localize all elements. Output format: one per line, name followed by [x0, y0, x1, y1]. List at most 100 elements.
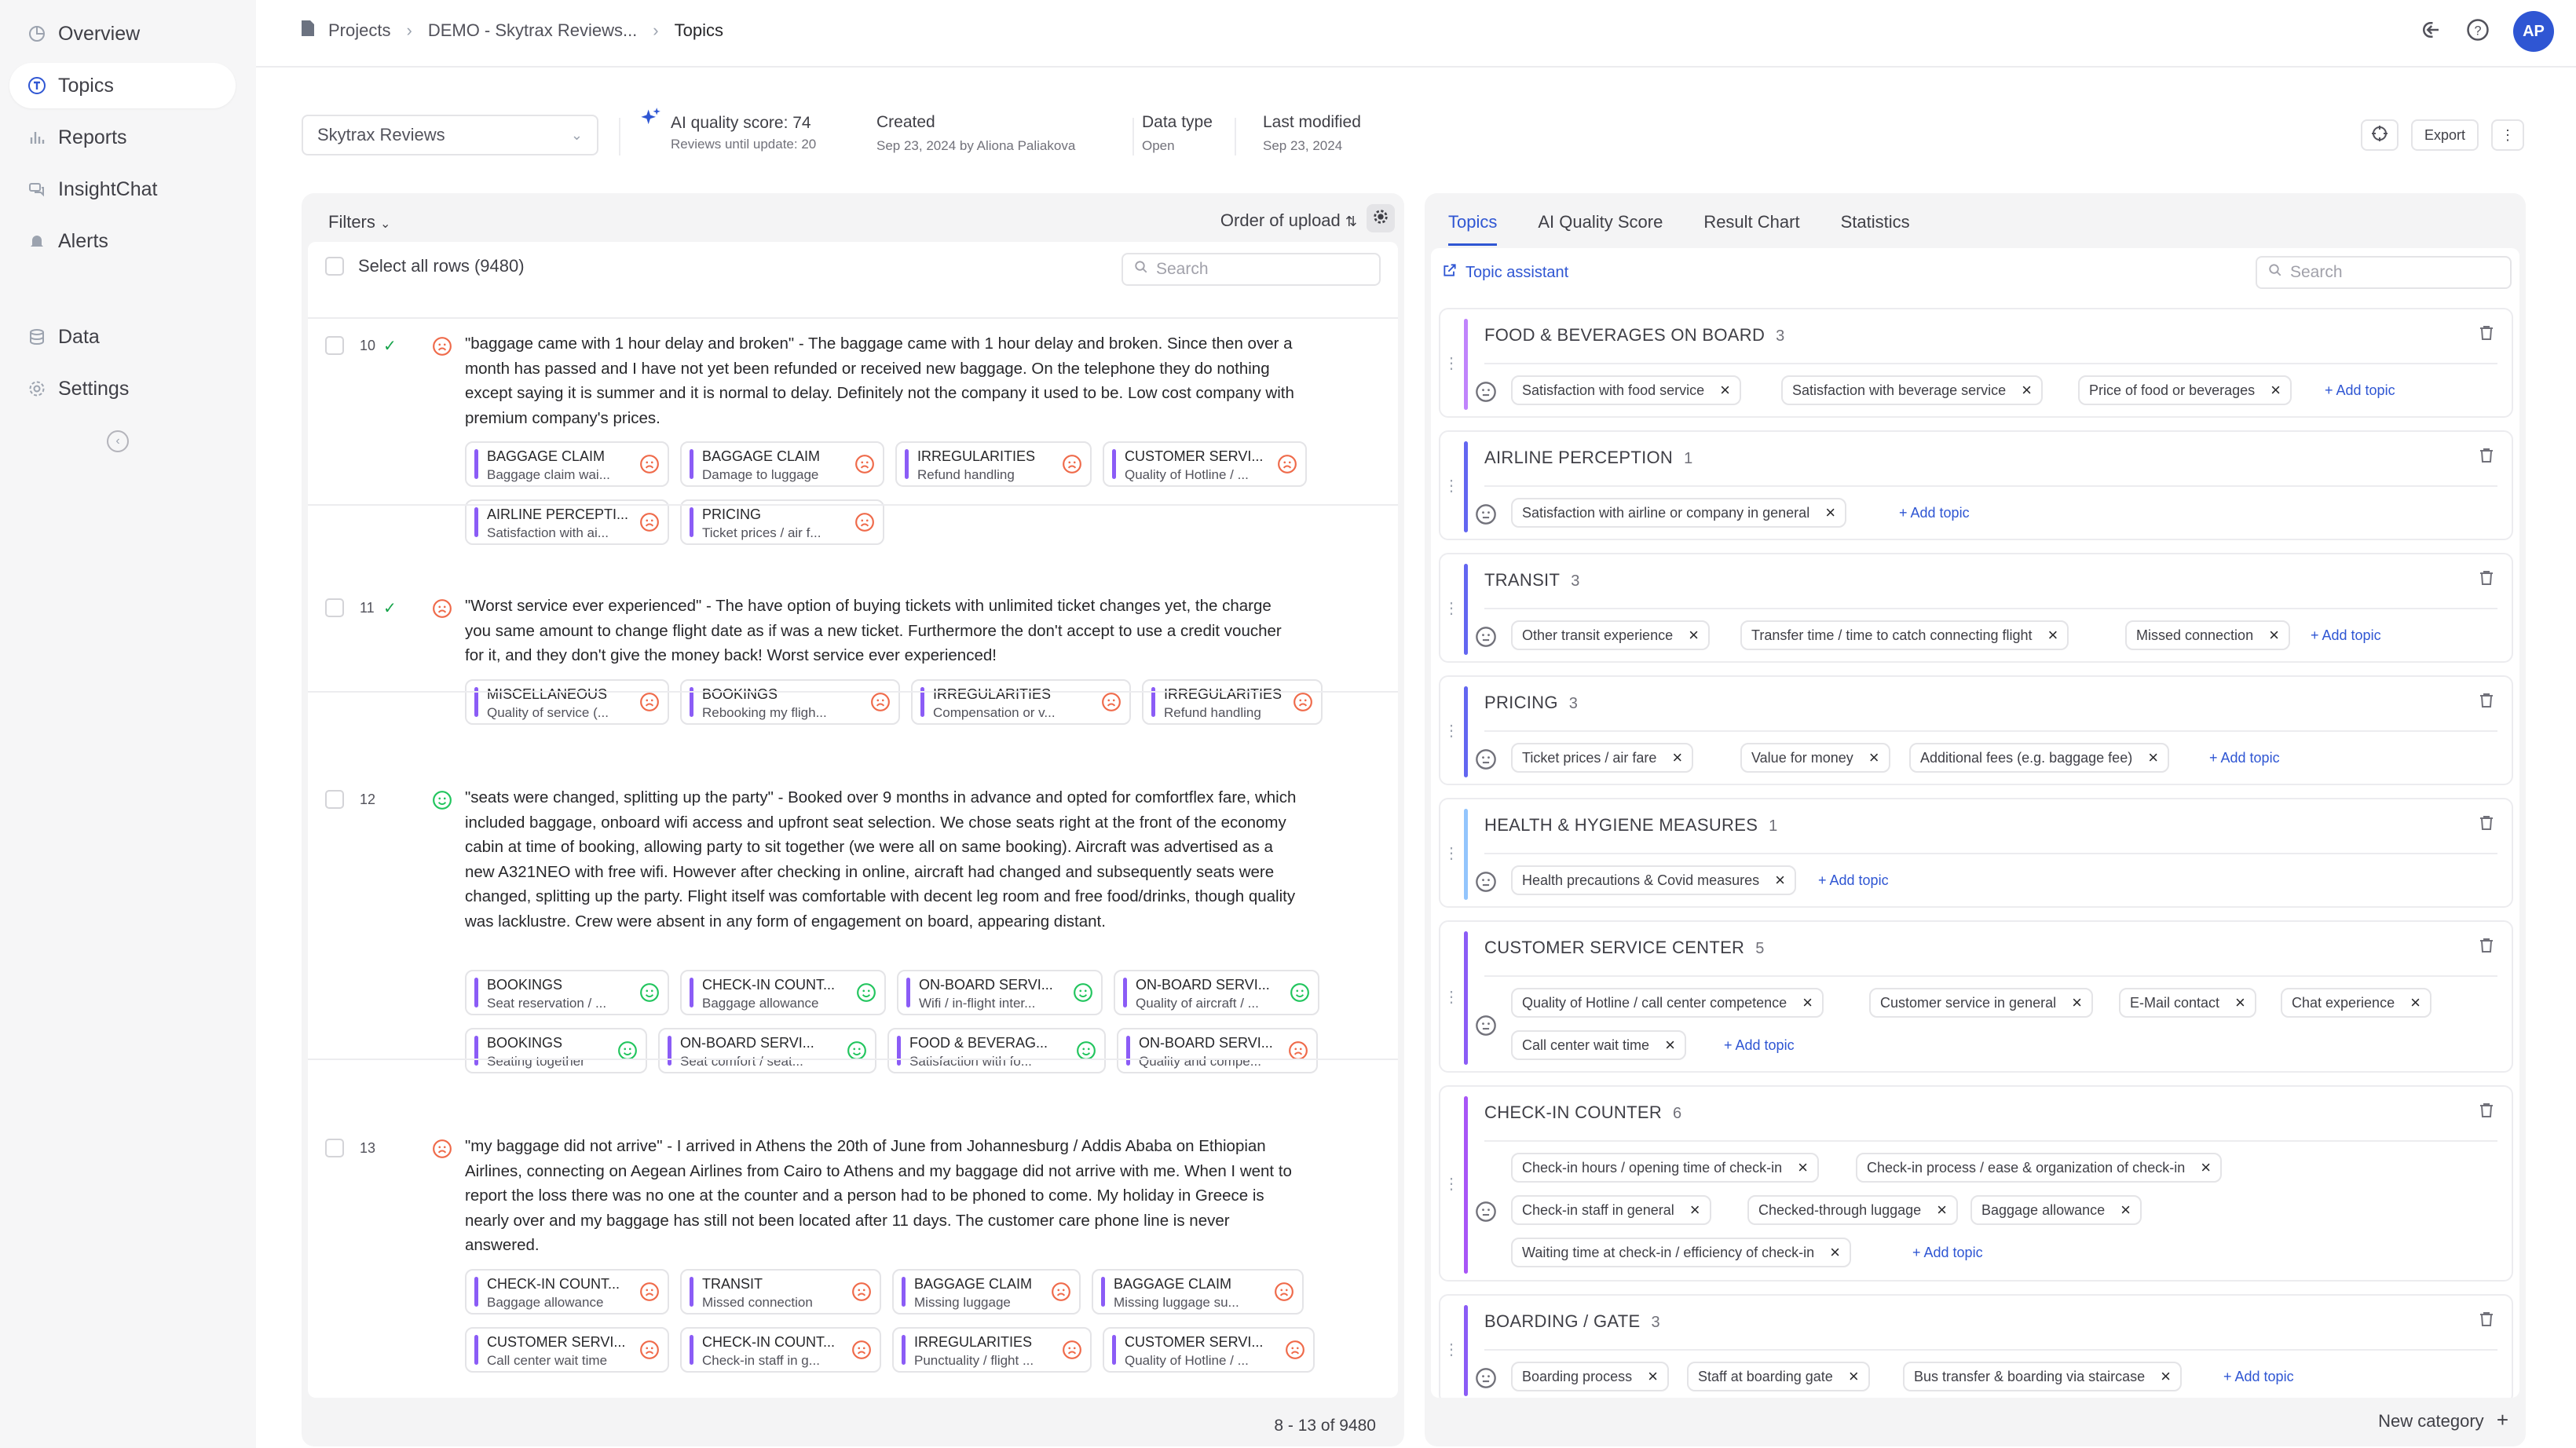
topic-chip[interactable]: Checked-through luggage ×	[1747, 1195, 1959, 1225]
review-search-input[interactable]: Search	[1122, 253, 1381, 286]
tab-result-chart[interactable]: Result Chart	[1703, 212, 1799, 246]
filters-button[interactable]: Filters ⌄	[328, 212, 390, 232]
nav-data[interactable]: Data	[9, 314, 236, 360]
topic-chip[interactable]: Additional fees (e.g. baggage fee) ×	[1909, 743, 2170, 773]
topic-chip[interactable]: Health precautions & Covid measures ×	[1511, 865, 1797, 895]
topic-tag[interactable]: BOOKINGS Rebooking my fligh...	[680, 678, 900, 725]
topic-tag[interactable]: IRREGULARITIES Punctuality / flight ...	[892, 1326, 1092, 1373]
topic-chip[interactable]: Staff at boarding gate ×	[1687, 1362, 1870, 1391]
trash-icon[interactable]	[2477, 814, 2496, 836]
topic-chip[interactable]: Boarding process ×	[1511, 1362, 1669, 1391]
topic-chip[interactable]: Check-in staff in general ×	[1511, 1195, 1711, 1225]
close-icon[interactable]: ×	[1937, 1200, 1947, 1220]
add-topic-button[interactable]: + Add topic	[1912, 1245, 1983, 1261]
topic-chip[interactable]: Value for money ×	[1740, 743, 1890, 773]
collapse-sidebar-icon[interactable]: ‹	[107, 430, 129, 452]
topic-chip[interactable]: Transfer time / time to catch connecting…	[1740, 620, 2069, 650]
close-icon[interactable]: ×	[1869, 748, 1879, 768]
topic-tag[interactable]: IRREGULARITIES Refund handling	[1142, 678, 1323, 725]
add-topic-button[interactable]: + Add topic	[1818, 872, 1889, 889]
topic-chip[interactable]: Baggage allowance ×	[1970, 1195, 2142, 1225]
nav-overview[interactable]: Overview	[9, 11, 236, 57]
add-topic-button[interactable]: + Add topic	[2325, 382, 2395, 399]
nav-topics[interactable]: Topics	[9, 63, 236, 108]
breadcrumb-project[interactable]: DEMO - Skytrax Reviews...	[428, 20, 637, 41]
neutral-face-icon[interactable]	[1475, 503, 1497, 529]
topic-tag[interactable]: BOOKINGS Seating together	[465, 1027, 647, 1073]
close-icon[interactable]: ×	[2235, 993, 2245, 1013]
add-topic-button[interactable]: + Add topic	[2311, 627, 2381, 644]
topic-tag[interactable]: CHECK-IN COUNT... Baggage allowance	[465, 1268, 669, 1315]
review-row[interactable]: 10 ✓ "baggage came with 1 hour delay and b…	[308, 330, 1398, 565]
topic-chip[interactable]: Price of food or beverages ×	[2078, 375, 2292, 405]
close-icon[interactable]: ×	[1798, 1157, 1808, 1178]
close-icon[interactable]: ×	[2148, 748, 2158, 768]
topic-chip[interactable]: Waiting time at check-in / efficiency of…	[1511, 1238, 1852, 1267]
topic-tag[interactable]: IRREGULARITIES Refund handling	[895, 441, 1092, 487]
topic-tag[interactable]: BOOKINGS Seat reservation / ...	[465, 969, 669, 1015]
topic-tag[interactable]: IRREGULARITIES Compensation or v...	[911, 678, 1131, 725]
export-button[interactable]: Export	[2411, 119, 2479, 151]
topic-tag[interactable]: BAGGAGE CLAIM Missing luggage	[892, 1268, 1081, 1315]
trash-icon[interactable]	[2477, 1310, 2496, 1333]
close-icon[interactable]: ×	[1648, 1366, 1658, 1387]
topic-tag[interactable]: CUSTOMER SERVI... Quality of Hotline / ..…	[1103, 1326, 1315, 1373]
row-checkbox[interactable]	[325, 790, 344, 809]
nav-settings[interactable]: Settings	[9, 366, 236, 411]
close-icon[interactable]: ×	[2072, 993, 2082, 1013]
topic-tag[interactable]: ON-BOARD SERVI... Wifi / in-flight inter.…	[897, 969, 1103, 1015]
topic-chip[interactable]: Chat experience ×	[2281, 988, 2431, 1018]
topic-tag[interactable]: CUSTOMER SERVI... Call center wait time	[465, 1326, 669, 1373]
topic-tag[interactable]: CUSTOMER SERVI... Quality of Hotline / ..…	[1103, 441, 1307, 487]
add-topic-button[interactable]: + Add topic	[1899, 505, 1970, 521]
row-checkbox[interactable]	[325, 336, 344, 355]
topic-tag[interactable]: BAGGAGE CLAIM Baggage claim wai...	[465, 441, 669, 487]
review-row[interactable]: 12 "seats were changed, splitting up the …	[308, 784, 1398, 1073]
dataset-select[interactable]: Skytrax Reviews ⌄	[302, 115, 598, 155]
close-icon[interactable]: ×	[1689, 625, 1699, 645]
list-settings-button[interactable]	[1367, 204, 1395, 232]
neutral-face-icon[interactable]	[1475, 626, 1497, 652]
topic-tag[interactable]: MISCELLANEOUS Quality of service (...	[465, 678, 669, 725]
topic-assistant-link[interactable]: Topic assistant	[1442, 262, 1568, 283]
topic-tag[interactable]: CHECK-IN COUNT... Baggage allowance	[680, 969, 886, 1015]
tab-topics[interactable]: Topics	[1448, 212, 1498, 246]
avatar[interactable]: AP	[2513, 11, 2554, 52]
nav-alerts[interactable]: Alerts	[9, 218, 236, 264]
neutral-face-icon[interactable]	[1475, 381, 1497, 407]
topic-chip[interactable]: Other transit experience ×	[1511, 620, 1710, 650]
topic-tag[interactable]: TRANSIT Missed connection	[680, 1268, 881, 1315]
topic-chip[interactable]: Satisfaction with beverage service ×	[1781, 375, 2043, 405]
close-icon[interactable]: ×	[2161, 1366, 2171, 1387]
topic-tag[interactable]: CHECK-IN COUNT... Check-in staff in g...	[680, 1326, 881, 1373]
nav-insightchat[interactable]: InsightChat	[9, 166, 236, 212]
add-topic-button[interactable]: + Add topic	[2209, 750, 2280, 766]
topic-search-input[interactable]: Search	[2256, 256, 2512, 289]
new-category-button[interactable]: New category +	[2378, 1408, 2508, 1432]
topic-tag[interactable]: PRICING Ticket prices / air f...	[680, 499, 884, 545]
close-icon[interactable]: ×	[2410, 993, 2420, 1013]
neutral-face-icon[interactable]	[1475, 871, 1497, 897]
topic-tag[interactable]: BAGGAGE CLAIM Damage to luggage	[680, 441, 884, 487]
topic-tag[interactable]: ON-BOARD SERVI... Quality and compe...	[1117, 1027, 1318, 1073]
neutral-face-icon[interactable]	[1475, 1015, 1497, 1040]
topic-chip[interactable]: Customer service in general ×	[1869, 988, 2093, 1018]
close-icon[interactable]: ×	[2022, 380, 2032, 400]
trash-icon[interactable]	[2477, 1101, 2496, 1124]
target-button[interactable]	[2361, 119, 2399, 151]
select-all-row[interactable]: Select all rows (9480)	[325, 256, 525, 276]
trash-icon[interactable]	[2477, 936, 2496, 959]
tab-ai-quality-score[interactable]: AI Quality Score	[1538, 212, 1663, 246]
neutral-face-icon[interactable]	[1475, 1201, 1497, 1227]
trash-icon[interactable]	[2477, 569, 2496, 591]
close-icon[interactable]: ×	[1720, 380, 1730, 400]
breadcrumb-projects[interactable]: Projects	[328, 20, 390, 41]
row-checkbox[interactable]	[325, 598, 344, 617]
close-icon[interactable]: ×	[1690, 1200, 1700, 1220]
close-icon[interactable]: ×	[1665, 1035, 1675, 1055]
row-checkbox[interactable]	[325, 1139, 344, 1157]
select-all-checkbox[interactable]	[325, 257, 344, 276]
add-topic-button[interactable]: + Add topic	[2223, 1369, 2294, 1385]
neutral-face-icon[interactable]	[1475, 1367, 1497, 1393]
topic-chip[interactable]: Check-in process / ease & organization o…	[1856, 1153, 2223, 1183]
